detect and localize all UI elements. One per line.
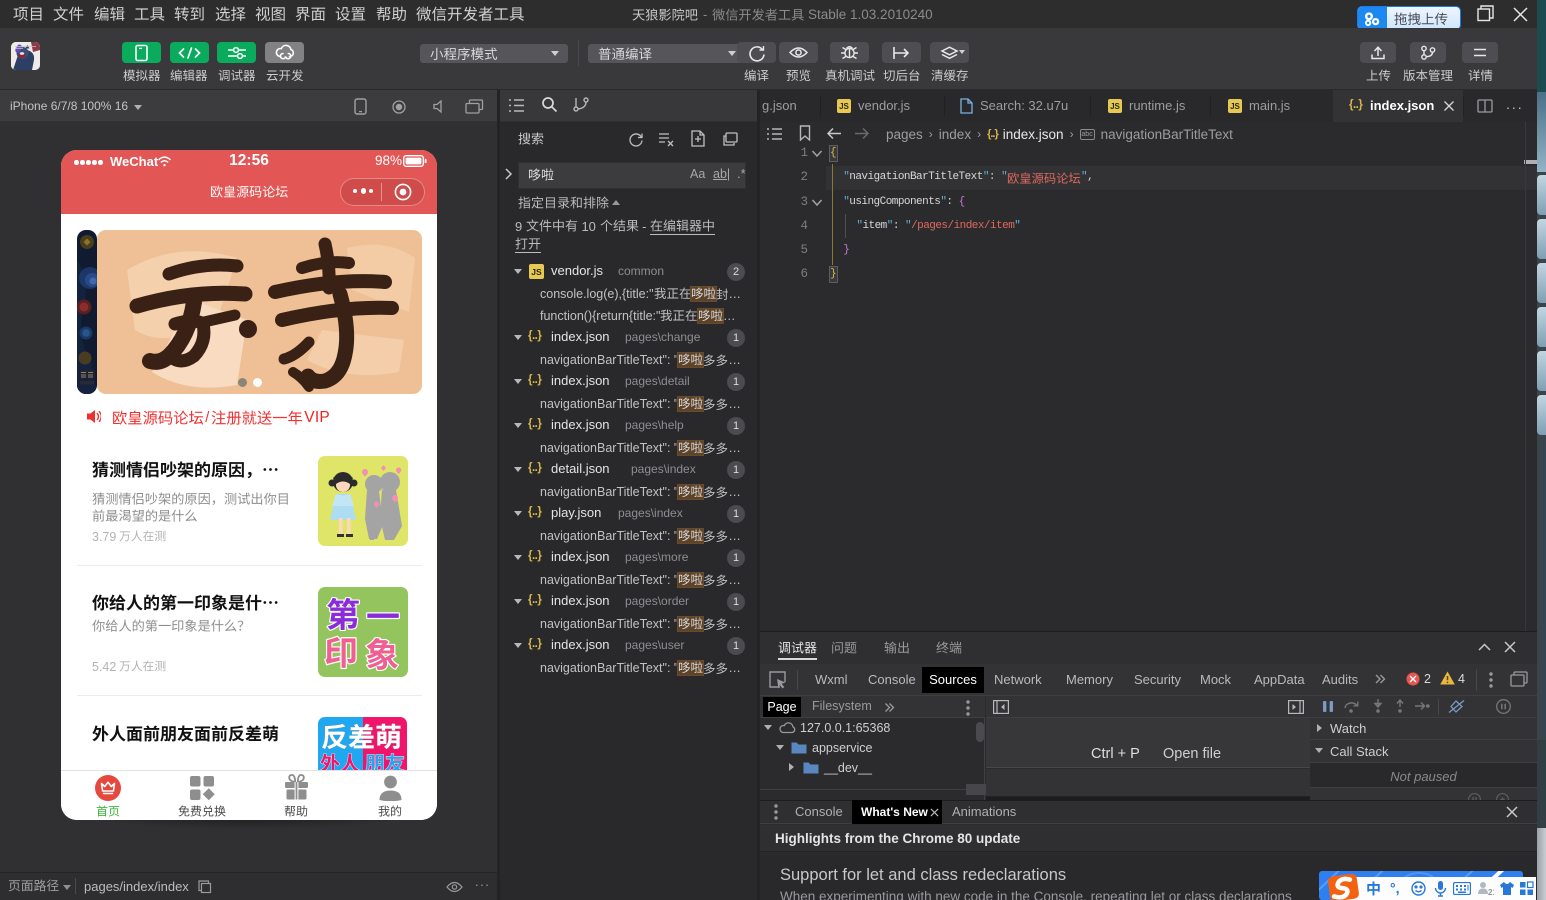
svg-text:21: 21 (1488, 888, 1494, 896)
